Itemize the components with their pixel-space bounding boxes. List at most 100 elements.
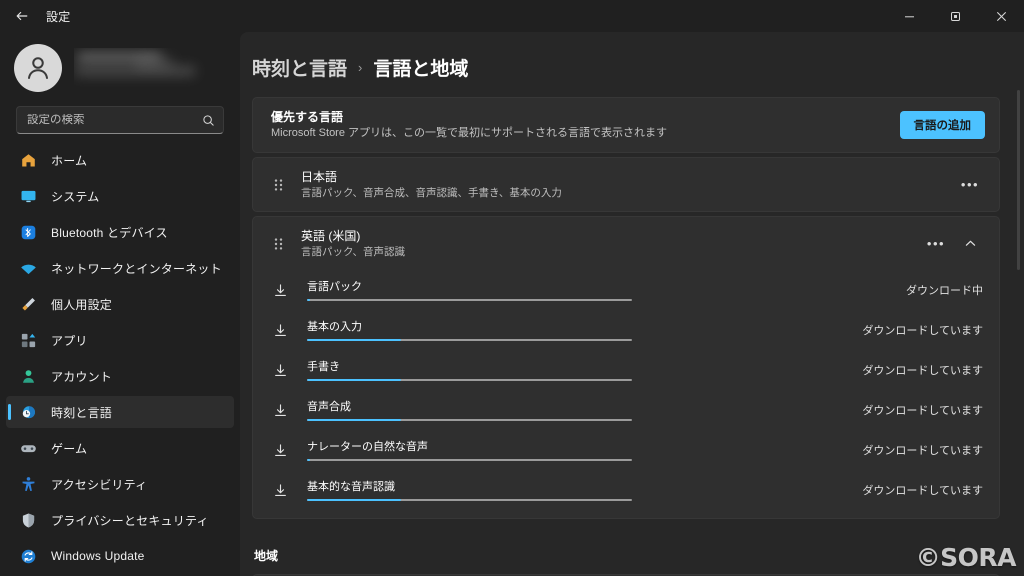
brush-icon	[18, 294, 38, 314]
main-content: 時刻と言語 › 言語と地域 優先する言語 Microsoft Store アプリ…	[240, 32, 1024, 576]
avatar	[14, 44, 62, 92]
sidebar-item-label: システム	[51, 189, 100, 204]
progress-bar-fill	[307, 378, 402, 381]
person-icon	[28, 57, 48, 79]
sidebar-nav: ホーム システム Bluetooth とデバイス ネットワークとインターネット …	[0, 144, 240, 576]
sidebar-item-label: ホーム	[51, 153, 88, 168]
sidebar-item-system[interactable]: システム	[6, 180, 234, 212]
add-language-button[interactable]: 言語の追加	[899, 111, 985, 139]
progress-bar-fill	[307, 338, 402, 341]
download-name: 基本的な音声認識	[307, 480, 395, 493]
ellipsis-icon: •••	[960, 177, 980, 192]
download-name: ナレーターの自然な音声	[307, 440, 428, 453]
language-more-options-button[interactable]: •••	[955, 171, 985, 199]
ellipsis-icon: •••	[926, 236, 946, 251]
download-row: 基本的な音声認識 ダウンロードしています	[269, 470, 985, 510]
sidebar-item-time-language[interactable]: 時刻と言語	[6, 396, 234, 428]
download-row: 基本の入力 ダウンロードしています	[269, 310, 985, 350]
page-title: 言語と地域	[373, 59, 469, 80]
progress-bar	[307, 378, 632, 381]
accessibility-icon	[18, 474, 38, 494]
sidebar-item-home[interactable]: ホーム	[6, 144, 234, 176]
chevron-up-icon	[965, 240, 975, 246]
drag-handle-icon[interactable]	[269, 237, 287, 251]
gamepad-icon	[18, 438, 38, 458]
download-icon	[269, 483, 291, 498]
sidebar-item-apps[interactable]: アプリ	[6, 324, 234, 356]
monitor-icon	[18, 186, 38, 206]
settings-window: 設定 設定の検索 ホーム システム Bluetooth とデバイス ネットワーク…	[0, 0, 1024, 576]
download-icon	[269, 363, 291, 378]
language-row-english-us[interactable]: 英語 (米国) 言語パック、音声認識 •••	[252, 216, 1000, 271]
language-row-japanese[interactable]: 日本語 言語パック、音声合成、音声認識、手書き、基本の入力 •••	[252, 157, 1000, 212]
download-row: ナレーターの自然な音声 ダウンロードしています	[269, 430, 985, 470]
progress-bar	[307, 498, 632, 501]
sidebar-item-accessibility[interactable]: アクセシビリティ	[6, 468, 234, 500]
sidebar-item-personalization[interactable]: 個人用設定	[6, 288, 234, 320]
close-icon	[996, 11, 1006, 21]
download-status: ダウンロードしています	[862, 445, 983, 457]
window-title: 設定	[46, 9, 71, 24]
progress-bar	[307, 298, 632, 301]
sidebar-item-gaming[interactable]: ゲーム	[6, 432, 234, 464]
language-collapse-button[interactable]	[955, 230, 985, 258]
back-button[interactable]	[3, 2, 41, 30]
scrollbar[interactable]	[1017, 90, 1020, 270]
window-controls	[886, 0, 1024, 32]
clock-globe-icon	[18, 402, 38, 422]
progress-bar-fill	[307, 418, 402, 421]
language-more-options-button[interactable]: •••	[921, 230, 951, 258]
sidebar-item-bluetooth[interactable]: Bluetooth とデバイス	[6, 216, 234, 248]
sidebar-item-accounts[interactable]: アカウント	[6, 360, 234, 392]
progress-bar-fill	[307, 498, 402, 501]
sidebar-item-label: アクセシビリティ	[51, 477, 148, 492]
download-status: ダウンロードしています	[862, 485, 983, 497]
maximize-button[interactable]	[932, 0, 978, 32]
progress-bar-fill	[307, 298, 311, 301]
download-icon	[269, 323, 291, 338]
progress-bar	[307, 338, 632, 341]
sidebar-item-label: アプリ	[51, 333, 88, 348]
download-icon	[269, 283, 291, 298]
sidebar-item-label: プライバシーとセキュリティ	[51, 513, 209, 528]
preferred-languages-card: 優先する言語 Microsoft Store アプリは、この一覧で最初にサポート…	[252, 97, 1000, 153]
sidebar-item-network[interactable]: ネットワークとインターネット	[6, 252, 234, 284]
download-status: ダウンロードしています	[862, 325, 983, 337]
sidebar-item-label: ネットワークとインターネット	[51, 261, 222, 276]
download-row: 音声合成 ダウンロードしています	[269, 390, 985, 430]
sidebar-item-label: ゲーム	[51, 441, 88, 456]
account-icon	[18, 366, 38, 386]
sidebar-item-label: アカウント	[51, 369, 113, 384]
download-name: 音声合成	[307, 400, 351, 413]
language-features: 言語パック、音声認識	[301, 246, 406, 258]
shield-icon	[18, 510, 38, 530]
sidebar-item-label: 時刻と言語	[51, 405, 113, 420]
preferred-languages-header: 優先する言語 Microsoft Store アプリは、この一覧で最初にサポート…	[253, 98, 999, 152]
language-download-list: 言語パック ダウンロード中 基本の入力 ダウンロードしています 手書き ダウンロ…	[252, 270, 1000, 519]
search-input[interactable]	[27, 114, 202, 126]
close-button[interactable]	[978, 0, 1024, 32]
account-block[interactable]	[0, 36, 240, 104]
download-name: 基本の入力	[307, 320, 362, 333]
sidebar-item-label: Windows Update	[51, 549, 145, 563]
breadcrumb-parent[interactable]: 時刻と言語	[252, 54, 347, 81]
breadcrumb: 時刻と言語 › 言語と地域	[252, 32, 1000, 97]
download-name: 手書き	[307, 360, 340, 373]
preferred-languages-title: 優先する言語	[271, 110, 344, 124]
drag-handle-icon[interactable]	[269, 178, 287, 192]
minimize-button[interactable]	[886, 0, 932, 32]
update-icon	[18, 546, 38, 566]
bluetooth-icon	[18, 222, 38, 242]
language-features: 言語パック、音声合成、音声認識、手書き、基本の入力	[301, 187, 562, 199]
main-scroll-area: 時刻と言語 › 言語と地域 優先する言語 Microsoft Store アプリ…	[240, 32, 1024, 576]
region-section-title: 地域	[254, 549, 279, 563]
progress-bar-fill	[307, 458, 311, 461]
maximize-icon	[950, 11, 960, 21]
sidebar-item-windows-update[interactable]: Windows Update	[6, 540, 234, 572]
sidebar-item-privacy-security[interactable]: プライバシーとセキュリティ	[6, 504, 234, 536]
minimize-icon	[904, 15, 914, 17]
progress-bar	[307, 458, 632, 461]
sidebar-item-label: Bluetooth とデバイス	[51, 225, 168, 240]
search-box[interactable]	[16, 106, 224, 134]
language-name: 英語 (米国)	[301, 229, 361, 243]
